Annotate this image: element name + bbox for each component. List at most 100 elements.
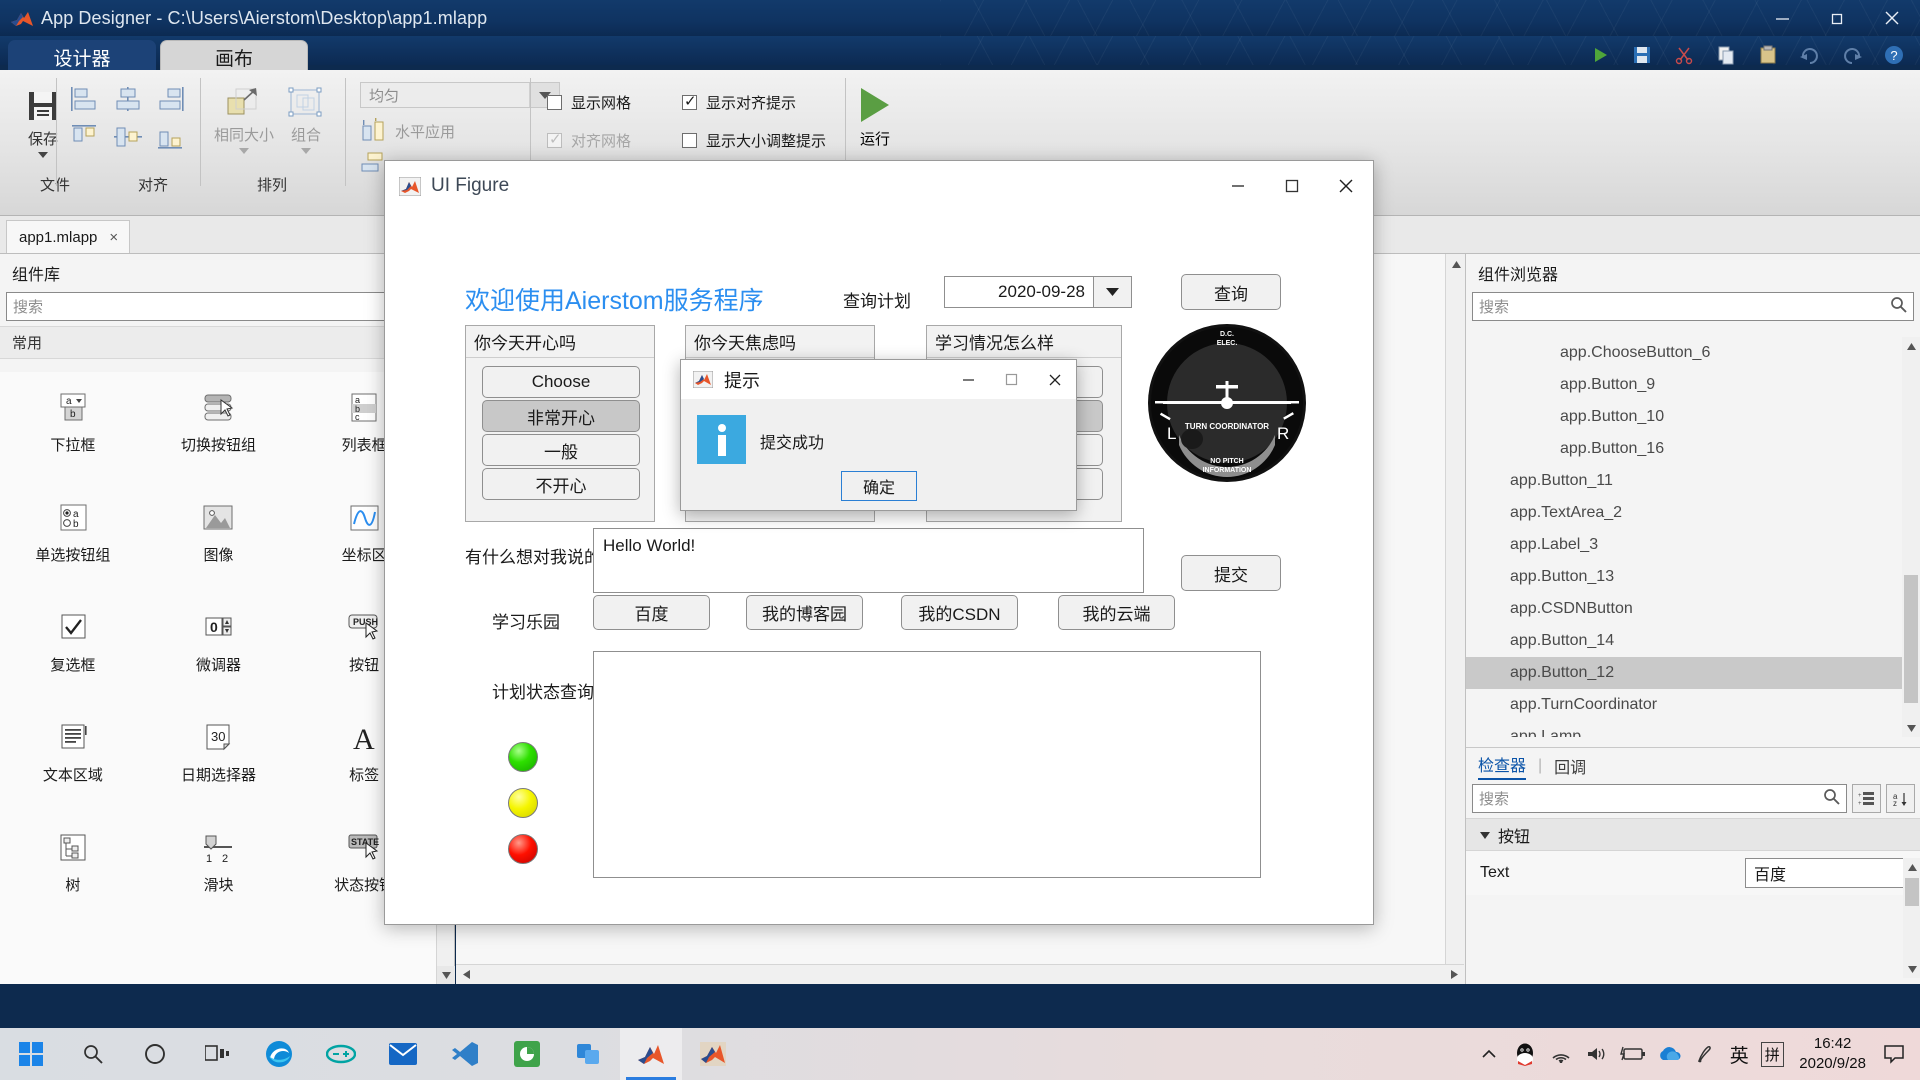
document-tab-app1[interactable]: app1.mlapp × — [6, 220, 130, 253]
taskbar-clock[interactable]: 16:42 2020/9/28 — [1789, 1034, 1876, 1075]
chevron-down-icon[interactable] — [1480, 826, 1490, 844]
start-icon[interactable] — [0, 1028, 62, 1080]
button-happy-normal[interactable]: 一般 — [482, 434, 640, 466]
arduino-icon[interactable] — [310, 1028, 372, 1080]
list-item[interactable]: app.Label_3 — [1466, 529, 1903, 561]
notifications-icon[interactable] — [1876, 1028, 1912, 1080]
matlab-icon[interactable] — [682, 1028, 744, 1080]
matlab-app-designer-icon[interactable] — [620, 1028, 682, 1080]
submit-button[interactable]: 提交 — [1181, 555, 1281, 591]
cortana-icon[interactable] — [124, 1028, 186, 1080]
list-item[interactable]: app.Button_13 — [1466, 561, 1903, 593]
message-textarea[interactable]: Hello World! — [593, 528, 1144, 593]
battery-icon[interactable] — [1615, 1028, 1651, 1080]
library-item-dropdown[interactable]: a b 下拉框 — [0, 384, 146, 494]
link-button-baidu[interactable]: 百度 — [593, 595, 710, 630]
component-library-search-input[interactable]: 搜索 — [6, 292, 414, 321]
list-item[interactable]: app.ChooseButton_6 — [1466, 337, 1903, 369]
minimize-button[interactable] — [947, 360, 990, 399]
library-item-spinner[interactable]: 0 微调器 — [146, 604, 292, 714]
list-item[interactable]: app.Button_11 — [1466, 465, 1903, 497]
checkbox-show-grid[interactable]: 显示网格 — [547, 92, 631, 113]
scroll-right-icon[interactable] — [1444, 965, 1464, 985]
checkbox-show-align-hints[interactable]: 显示对齐提示 — [682, 92, 796, 113]
tab-callbacks[interactable]: 回调 — [1554, 754, 1586, 778]
paste-icon[interactable] — [1750, 40, 1786, 70]
scrollbar-thumb[interactable] — [1904, 575, 1918, 703]
onedrive-icon[interactable] — [1651, 1028, 1687, 1080]
restore-button[interactable] — [1810, 0, 1865, 36]
checkbox-box[interactable] — [682, 95, 697, 110]
qq-icon[interactable] — [1507, 1028, 1543, 1080]
scroll-left-icon[interactable] — [456, 965, 476, 985]
list-item-selected[interactable]: app.Button_12 — [1466, 657, 1903, 689]
save-button[interactable]: 保存 — [23, 86, 63, 158]
redo-icon[interactable] — [1834, 40, 1870, 70]
volume-icon[interactable] — [1579, 1028, 1615, 1080]
minimize-button[interactable] — [1211, 161, 1265, 211]
copy-icon[interactable] — [1708, 40, 1744, 70]
align-middle-button[interactable] — [111, 122, 145, 152]
dialog-ok-button[interactable]: 确定 — [841, 471, 917, 501]
save-icon[interactable] — [1624, 40, 1660, 70]
cut-icon[interactable] — [1666, 40, 1702, 70]
chevron-down-icon[interactable] — [38, 152, 48, 158]
scroll-up-icon[interactable] — [1902, 337, 1920, 355]
align-top-button[interactable] — [68, 122, 102, 152]
taskview-icon[interactable] — [186, 1028, 248, 1080]
checkbox-box[interactable] — [547, 95, 562, 110]
checkbox-box[interactable] — [547, 133, 562, 148]
button-happy-very[interactable]: 非常开心 — [482, 400, 640, 432]
help-icon[interactable]: ? — [1876, 40, 1912, 70]
scrollbar-thumb[interactable] — [1905, 878, 1919, 906]
mail-icon[interactable] — [372, 1028, 434, 1080]
scroll-down-icon[interactable] — [437, 966, 455, 984]
library-item-image[interactable]: 图像 — [146, 494, 292, 604]
sort-properties-button[interactable]: a z — [1886, 784, 1915, 813]
minimize-button[interactable] — [1755, 0, 1810, 36]
library-item-tree[interactable]: 树 — [0, 824, 146, 934]
link-button-csdn[interactable]: 我的CSDN — [901, 595, 1018, 630]
status-textarea[interactable] — [593, 651, 1261, 878]
property-group-button[interactable]: 按钮 — [1466, 818, 1920, 851]
list-item[interactable]: app.Button_16 — [1466, 433, 1903, 465]
library-item-checkbox[interactable]: 复选框 — [0, 604, 146, 714]
scroll-up-icon[interactable] — [1903, 858, 1920, 876]
maximize-button[interactable] — [1265, 161, 1319, 211]
search-icon[interactable] — [1890, 296, 1907, 317]
checkbox-snap-grid[interactable]: 对齐网格 — [547, 130, 631, 151]
tab-designer[interactable]: 设计器 — [8, 40, 156, 74]
group-button[interactable]: 组合 — [284, 84, 328, 154]
list-item[interactable]: app.Button_14 — [1466, 625, 1903, 657]
align-bottom-button[interactable] — [154, 122, 188, 152]
scroll-up-icon[interactable] — [1446, 254, 1466, 274]
component-browser-list[interactable]: app.ChooseButton_6 app.Button_9 app.Butt… — [1466, 337, 1903, 737]
link-button-cnblogs[interactable]: 我的博客园 — [746, 595, 863, 630]
explorer-icon[interactable] — [558, 1028, 620, 1080]
list-item[interactable]: app.Lamp — [1466, 721, 1903, 737]
canvas-vertical-scrollbar[interactable] — [1445, 254, 1465, 984]
chevron-down-icon[interactable] — [239, 148, 249, 154]
chevron-down-icon[interactable] — [301, 148, 311, 154]
close-button[interactable] — [1033, 360, 1076, 399]
ime-language-indicator[interactable]: 英 — [1723, 1028, 1755, 1080]
library-item-toggle-button-group[interactable]: 切换按钮组 — [146, 384, 292, 494]
inspector-search-input[interactable]: 搜索 — [1472, 784, 1847, 813]
align-center-button[interactable] — [111, 84, 145, 114]
search-icon[interactable] — [1823, 788, 1840, 809]
list-item[interactable]: app.TurnCoordinator — [1466, 689, 1903, 721]
button-happy-choose[interactable]: Choose — [482, 366, 640, 398]
link-button-cloud[interactable]: 我的云端 — [1058, 595, 1175, 630]
ppt-icon[interactable] — [496, 1028, 558, 1080]
apply-horizontal-button[interactable]: 水平应用 — [360, 118, 455, 144]
chevron-down-icon[interactable] — [1094, 276, 1132, 308]
undo-icon[interactable] — [1792, 40, 1828, 70]
run-button[interactable]: 运行 — [860, 88, 890, 149]
checkbox-box[interactable] — [682, 133, 697, 148]
edge-icon[interactable] — [248, 1028, 310, 1080]
library-item-date-picker[interactable]: 30 日期选择器 — [146, 714, 292, 824]
same-size-button[interactable]: 相同大小 — [214, 84, 274, 154]
list-item[interactable]: app.CSDNButton — [1466, 593, 1903, 625]
checkbox-show-resize-hints[interactable]: 显示大小调整提示 — [682, 130, 826, 151]
library-item-slider[interactable]: 1 2 滑块 — [146, 824, 292, 934]
